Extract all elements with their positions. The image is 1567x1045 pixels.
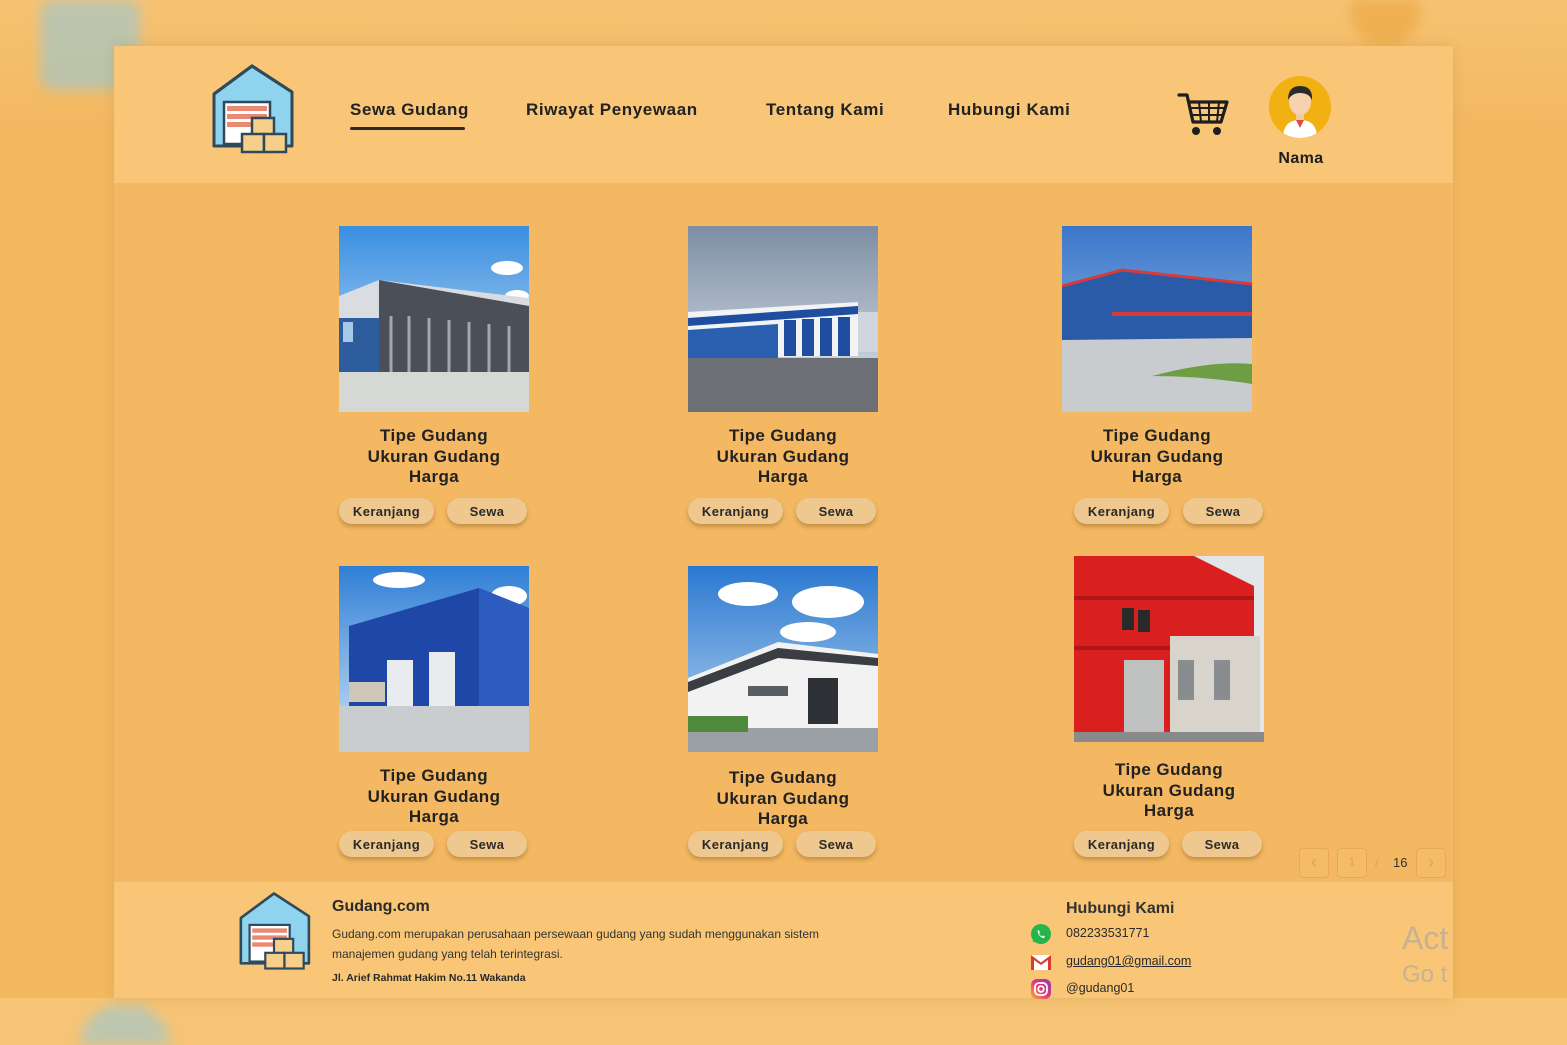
user-name[interactable]: Nama xyxy=(1269,150,1333,168)
warehouse-price: Harga xyxy=(408,807,460,826)
footer-address: Jl. Arief Rahmat Hakim No.11 Wakanda xyxy=(332,972,526,984)
warehouse-size: Ukuran Gudang xyxy=(1102,780,1236,800)
warehouse-size: Ukuran Gudang xyxy=(367,446,501,466)
gmail-icon xyxy=(1031,955,1051,970)
prev-page-icon[interactable]: ‹ xyxy=(1299,848,1329,878)
warehouse-price: Harga xyxy=(408,467,460,486)
add-to-cart-button[interactable]: Keranjang xyxy=(1074,831,1169,857)
warehouse-price: Harga xyxy=(757,809,809,828)
warehouse-price: Harga xyxy=(757,467,809,486)
warehouse-size: Ukuran Gudang xyxy=(716,446,850,466)
warehouse-type: Tipe Gudang xyxy=(380,426,488,445)
next-page-icon[interactable]: › xyxy=(1416,848,1446,878)
warehouse-logo-icon[interactable] xyxy=(208,62,296,156)
warehouse-photo[interactable] xyxy=(339,226,529,412)
rent-button[interactable]: Sewa xyxy=(447,498,527,524)
nav-sewa-gudang[interactable]: Sewa Gudang xyxy=(350,100,469,130)
add-to-cart-button[interactable]: Keranjang xyxy=(339,498,434,524)
warehouse-price: Harga xyxy=(1143,801,1195,820)
warehouse-size: Ukuran Gudang xyxy=(716,788,850,808)
warehouse-photo[interactable] xyxy=(688,566,878,752)
contact-email-link[interactable]: gudang01@gmail.com xyxy=(1066,954,1191,968)
shopping-cart-icon[interactable] xyxy=(1177,90,1229,138)
warehouse-size: Ukuran Gudang xyxy=(1090,446,1224,466)
rent-button[interactable]: Sewa xyxy=(796,831,876,857)
app-window: Sewa Gudang Riwayat Penyewaan Tentang Ka… xyxy=(114,46,1453,999)
warehouse-photo[interactable] xyxy=(1062,226,1252,412)
warehouse-photo[interactable] xyxy=(688,226,878,412)
rent-button[interactable]: Sewa xyxy=(447,831,527,857)
contact-title: Hubungi Kami xyxy=(1066,900,1175,917)
warehouse-photo[interactable] xyxy=(1074,556,1264,742)
nav-tentang-kami[interactable]: Tentang Kami xyxy=(766,100,884,120)
add-to-cart-button[interactable]: Keranjang xyxy=(688,498,783,524)
blurred-backdrop-footer xyxy=(0,998,1567,1045)
page-total: 16 xyxy=(1393,855,1408,870)
warehouse-price: Harga xyxy=(1131,467,1183,486)
add-to-cart-button[interactable]: Keranjang xyxy=(1074,498,1169,524)
add-to-cart-button[interactable]: Keranjang xyxy=(339,831,434,857)
activation-watermark: Act Go t xyxy=(1402,920,1449,988)
nav-hubungi-kami[interactable]: Hubungi Kami xyxy=(948,100,1070,120)
footer: Gudang.com Gudang.com merupakan perusaha… xyxy=(114,882,1453,999)
top-navbar: Sewa Gudang Riwayat Penyewaan Tentang Ka… xyxy=(114,46,1453,183)
contact-phone: 082233531771 xyxy=(1066,926,1150,940)
rent-button[interactable]: Sewa xyxy=(1183,498,1263,524)
instagram-icon xyxy=(1031,979,1051,999)
add-to-cart-button[interactable]: Keranjang xyxy=(688,831,783,857)
product-info: Tipe Gudang Ukuran Gudang Harga xyxy=(1032,426,1282,488)
warehouse-type: Tipe Gudang xyxy=(729,426,837,445)
product-info: Tipe Gudang Ukuran Gudang Harga xyxy=(309,766,559,828)
warehouse-size: Ukuran Gudang xyxy=(367,786,501,806)
user-avatar-icon[interactable] xyxy=(1269,76,1331,138)
warehouse-type: Tipe Gudang xyxy=(1115,760,1223,779)
whatsapp-icon xyxy=(1031,924,1051,944)
contact-instagram-handle: @gudang01 xyxy=(1066,981,1135,995)
warehouse-logo-icon xyxy=(239,892,311,970)
page-separator: / xyxy=(1375,855,1379,870)
footer-description: Gudang.com merupakan perusahaan persewaa… xyxy=(332,927,819,961)
nav-riwayat-penyewaan[interactable]: Riwayat Penyewaan xyxy=(526,100,698,120)
warehouse-type: Tipe Gudang xyxy=(380,766,488,785)
warehouse-type: Tipe Gudang xyxy=(1103,426,1211,445)
rent-button[interactable]: Sewa xyxy=(1182,831,1262,857)
product-info: Tipe Gudang Ukuran Gudang Harga xyxy=(658,426,908,488)
warehouse-photo[interactable] xyxy=(339,566,529,752)
rent-button[interactable]: Sewa xyxy=(796,498,876,524)
product-info: Tipe Gudang Ukuran Gudang Harga xyxy=(658,768,908,830)
footer-brand: Gudang.com xyxy=(332,898,430,915)
product-info: Tipe Gudang Ukuran Gudang Harga xyxy=(309,426,559,488)
warehouse-type: Tipe Gudang xyxy=(729,768,837,787)
product-info: Tipe Gudang Ukuran Gudang Harga xyxy=(1044,760,1294,822)
page-number-input[interactable]: 1 xyxy=(1337,848,1367,878)
